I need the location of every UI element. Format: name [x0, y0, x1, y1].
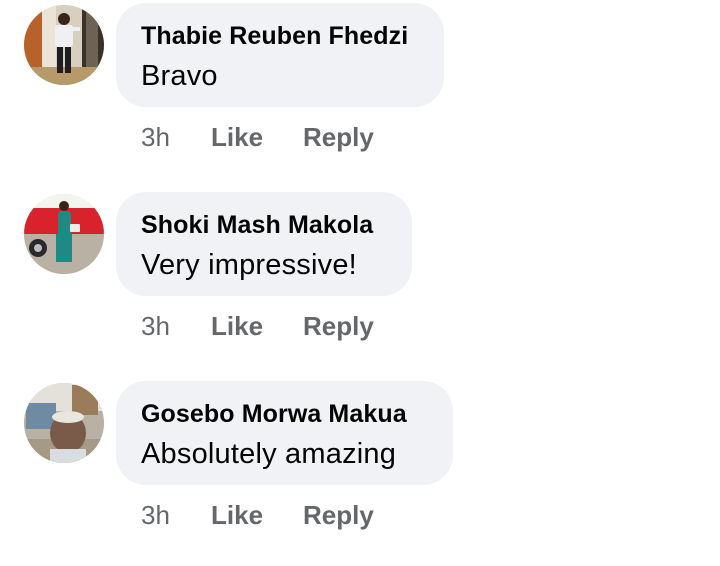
- comment-bubble: Gosebo Morwa Makua Absolutely amazing: [116, 381, 453, 485]
- avatar-photo: [24, 5, 104, 85]
- like-button[interactable]: Like: [211, 498, 263, 532]
- comment-text: Absolutely amazing: [141, 438, 397, 470]
- avatar[interactable]: [24, 5, 104, 85]
- comment-item: Gosebo Morwa Makua Absolutely amazing 3h…: [0, 378, 720, 566]
- comment-text: Very impressive!: [141, 249, 357, 281]
- like-button[interactable]: Like: [211, 120, 263, 154]
- avatar[interactable]: [24, 383, 104, 463]
- comment-author-name[interactable]: Thabie Reuben Fhedzi: [141, 21, 418, 51]
- avatar-photo: [24, 194, 104, 274]
- comment-text: Bravo: [141, 60, 218, 92]
- comment-author-name[interactable]: Gosebo Morwa Makua: [141, 399, 427, 429]
- reply-button[interactable]: Reply: [303, 498, 374, 532]
- comment-item: Shoki Mash Makola Very impressive! 3h Li…: [0, 189, 720, 377]
- reply-button[interactable]: Reply: [303, 309, 374, 343]
- comment-item: Thabie Reuben Fhedzi Bravo 3h Like Reply: [0, 0, 720, 188]
- avatar-photo: [24, 383, 104, 463]
- reply-button[interactable]: Reply: [303, 120, 374, 154]
- comment-bubble: Thabie Reuben Fhedzi Bravo: [116, 3, 444, 107]
- like-button[interactable]: Like: [211, 309, 263, 343]
- comment-timestamp[interactable]: 3h: [141, 309, 170, 343]
- avatar[interactable]: [24, 194, 104, 274]
- comment-author-name[interactable]: Shoki Mash Makola: [141, 210, 386, 240]
- comment-timestamp[interactable]: 3h: [141, 120, 170, 154]
- comment-bubble: Shoki Mash Makola Very impressive!: [116, 192, 412, 296]
- comment-timestamp[interactable]: 3h: [141, 498, 170, 532]
